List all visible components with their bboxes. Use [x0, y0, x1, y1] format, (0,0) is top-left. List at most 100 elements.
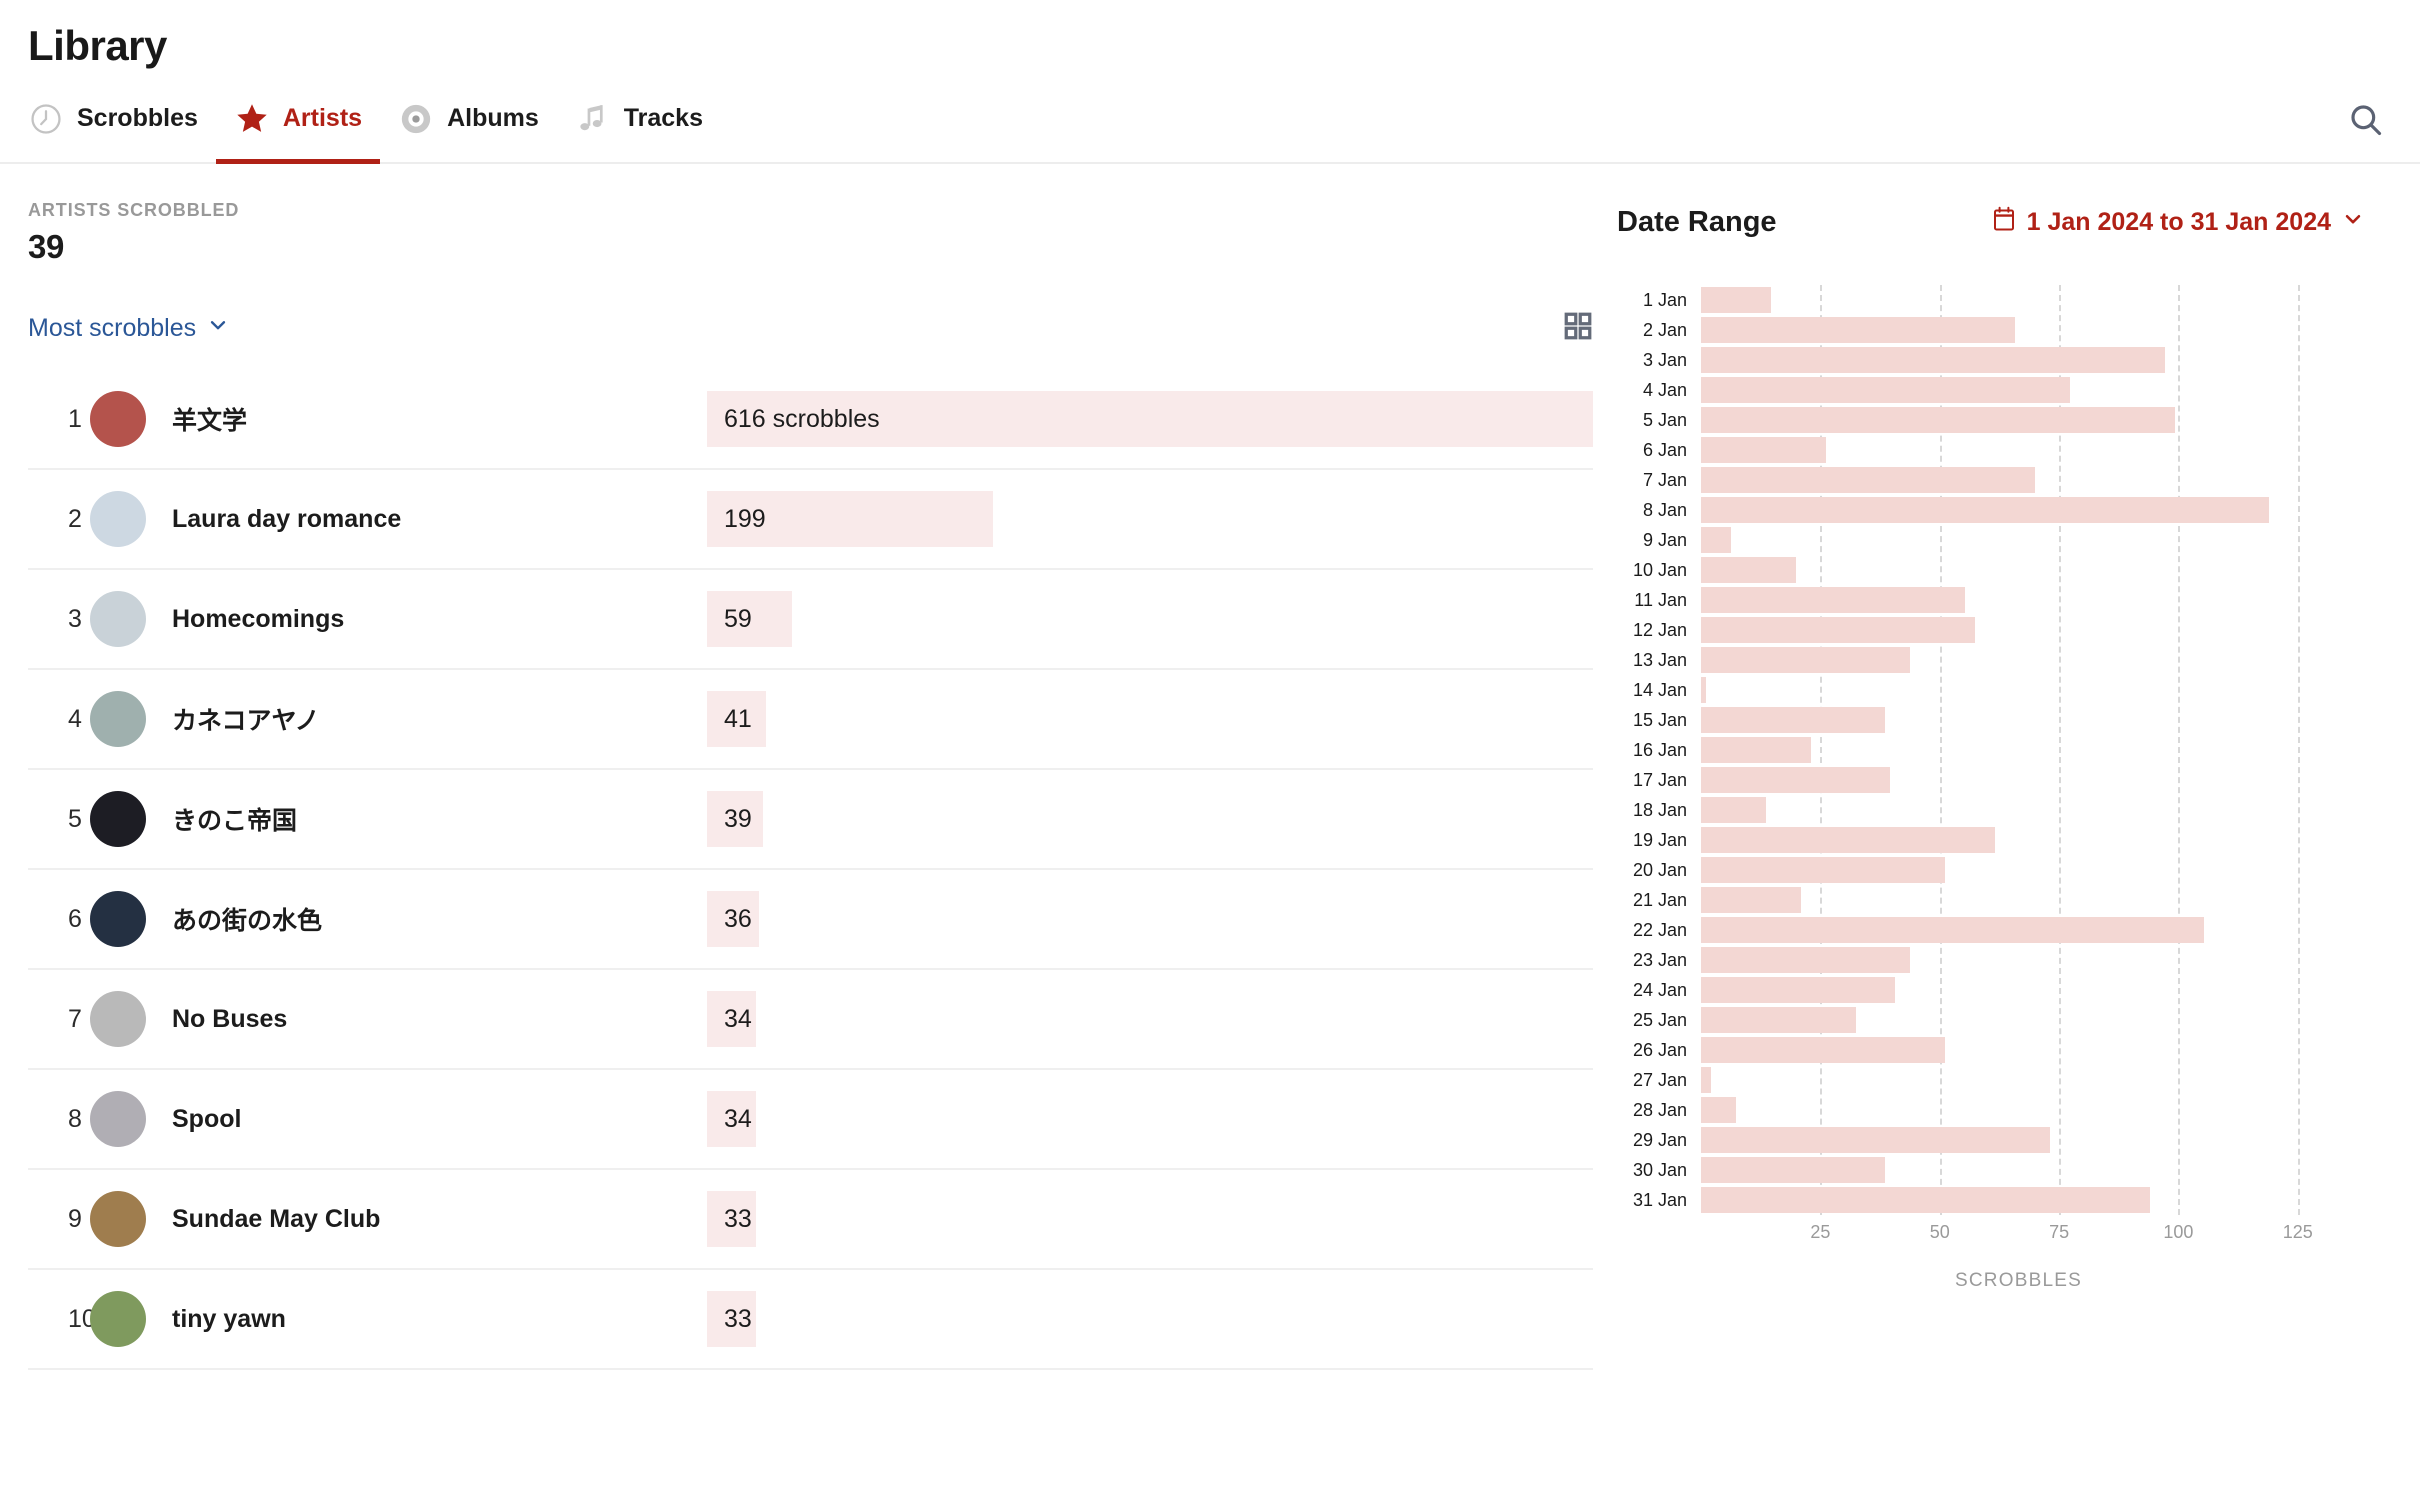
artist-list: 1 羊文学 616 scrobbles 2 Laura day romance 199 3 H…: [28, 370, 1593, 1370]
date-range-picker[interactable]: 1 Jan 2024 to 31 Jan 2024: [1992, 206, 2364, 239]
chart-bar[interactable]: [1701, 1127, 2050, 1153]
artist-row[interactable]: 4 カネコアヤノ 41: [28, 670, 1593, 770]
chart-y-tick-label: 23 Jan: [1632, 949, 1687, 970]
chart-bar-track: [1701, 375, 2364, 405]
chart-bar-track: [1701, 285, 2364, 315]
chart-bar[interactable]: [1701, 407, 2175, 433]
chart-bar[interactable]: [1701, 737, 1811, 763]
chart-bar[interactable]: [1701, 617, 1976, 643]
chart-bar[interactable]: [1701, 1007, 1856, 1033]
tab-albums[interactable]: Albums: [380, 92, 557, 162]
chart-bar-track: [1701, 705, 2364, 735]
tab-label-albums: Albums: [447, 104, 539, 132]
artist-row[interactable]: 7 No Buses 34: [28, 970, 1593, 1070]
chart-bar[interactable]: [1701, 827, 1996, 853]
chart-bar-track: [1701, 1155, 2364, 1185]
artist-name[interactable]: 羊文学: [172, 401, 707, 437]
chart-bar[interactable]: [1701, 647, 1911, 673]
chart-bar[interactable]: [1701, 1157, 1886, 1183]
sort-toolbar: Most scrobbles: [28, 308, 1593, 348]
artist-row[interactable]: 2 Laura day romance 199: [28, 470, 1593, 570]
artist-name[interactable]: No Buses: [172, 1005, 707, 1034]
chart-bar[interactable]: [1701, 1037, 1946, 1063]
artist-name[interactable]: きのこ帝国: [172, 801, 707, 837]
chart-bar-track: [1701, 945, 2364, 975]
chart-bar[interactable]: [1701, 797, 1766, 823]
artist-name[interactable]: Spool: [172, 1105, 707, 1134]
chart-bar[interactable]: [1701, 857, 1946, 883]
artist-name[interactable]: あの街の水色: [172, 901, 707, 937]
chart-bar[interactable]: [1701, 1067, 1711, 1093]
avatar: [90, 491, 146, 547]
chart-bar[interactable]: [1701, 1097, 1736, 1123]
chart-bar[interactable]: [1701, 557, 1796, 583]
tab-artists[interactable]: Artists: [215, 92, 381, 164]
calendar-icon: [1992, 206, 2016, 239]
chart-y-tick-label: 14 Jan: [1632, 679, 1687, 700]
chart-bar[interactable]: [1701, 977, 1896, 1003]
chart-bar-row: 8 Jan: [1617, 495, 2364, 525]
chart-bar-track: [1701, 645, 2364, 675]
chart-bar-row: 24 Jan: [1617, 975, 2364, 1005]
chart-bar[interactable]: [1701, 287, 1771, 313]
library-tabbar: Scrobbles Artists Albums Tracks: [0, 92, 2420, 164]
chart-bar[interactable]: [1701, 437, 1826, 463]
chart-y-tick-label: 10 Jan: [1632, 559, 1687, 580]
chart-bar[interactable]: [1701, 1187, 2150, 1213]
chart-bar-row: 2 Jan: [1617, 315, 2364, 345]
scrobble-count: 59: [724, 604, 752, 633]
artist-name[interactable]: Homecomings: [172, 605, 707, 634]
chart-bar[interactable]: [1701, 467, 2035, 493]
chart-bar-track: [1701, 855, 2364, 885]
chart-bar[interactable]: [1701, 887, 1801, 913]
chart-bar[interactable]: [1701, 917, 2205, 943]
tab-scrobbles[interactable]: Scrobbles: [28, 92, 216, 162]
chart-x-tick-label: 25: [1810, 1222, 1831, 1242]
grid-view-toggle[interactable]: [1563, 311, 1593, 346]
chart-bar-track: [1701, 675, 2364, 705]
tab-tracks[interactable]: Tracks: [557, 92, 721, 162]
chart-bar-row: 10 Jan: [1617, 555, 2364, 585]
artist-row[interactable]: 8 Spool 34: [28, 1070, 1593, 1170]
chart-bar[interactable]: [1701, 347, 2165, 373]
sort-dropdown[interactable]: Most scrobbles: [28, 314, 229, 343]
artist-row[interactable]: 1 羊文学 616 scrobbles: [28, 370, 1593, 470]
chart-bar[interactable]: [1701, 317, 2016, 343]
artist-name[interactable]: Laura day romance: [172, 505, 707, 534]
chart-bar[interactable]: [1701, 767, 1891, 793]
chart-bar-row: 1 Jan: [1617, 285, 2364, 315]
chart-bar-track: [1701, 765, 2364, 795]
scrobble-bar: 33: [707, 1291, 756, 1347]
chart-bar[interactable]: [1701, 527, 1731, 553]
artist-name[interactable]: Sundae May Club: [172, 1205, 707, 1234]
artist-row[interactable]: 5 きのこ帝国 39: [28, 770, 1593, 870]
chart-y-tick-label: 25 Jan: [1632, 1009, 1687, 1030]
chart-bar[interactable]: [1701, 707, 1886, 733]
chart-bar-track: [1701, 1035, 2364, 1065]
artist-row[interactable]: 6 あの街の水色 36: [28, 870, 1593, 970]
chart-bar[interactable]: [1701, 377, 2070, 403]
artist-name[interactable]: tiny yawn: [172, 1305, 707, 1334]
chart-y-tick-label: 9 Jan: [1642, 529, 1687, 550]
chart-bar[interactable]: [1701, 497, 2270, 523]
search-button[interactable]: [2340, 96, 2392, 148]
chart-bar-row: 17 Jan: [1617, 765, 2364, 795]
chart-bar[interactable]: [1701, 677, 1706, 703]
artist-row[interactable]: 9 Sundae May Club 33: [28, 1170, 1593, 1270]
chart-x-tick-label: 75: [2049, 1222, 2070, 1242]
chart-y-tick-label: 11 Jan: [1634, 589, 1687, 610]
scrobble-bar-wrap: 33: [707, 1191, 1593, 1247]
artist-row[interactable]: 10 tiny yawn 33: [28, 1270, 1593, 1370]
chevron-down-icon: [207, 314, 229, 343]
artist-name[interactable]: カネコアヤノ: [172, 701, 707, 737]
scrobble-bar: 39: [707, 791, 764, 847]
chart-y-tick-label: 17 Jan: [1632, 769, 1687, 790]
chart-bar-track: [1701, 1125, 2364, 1155]
chart-bar[interactable]: [1701, 587, 1966, 613]
artist-row[interactable]: 3 Homecomings 59: [28, 570, 1593, 670]
chart-x-axis-title: SCROBBLES: [1955, 1270, 2082, 1291]
chart-bar[interactable]: [1701, 947, 1911, 973]
chart-x-axis: 25 50 75 100 125: [1701, 1222, 2364, 1256]
scrobble-bar: 34: [707, 991, 756, 1047]
chart-bar-row: 12 Jan: [1617, 615, 2364, 645]
